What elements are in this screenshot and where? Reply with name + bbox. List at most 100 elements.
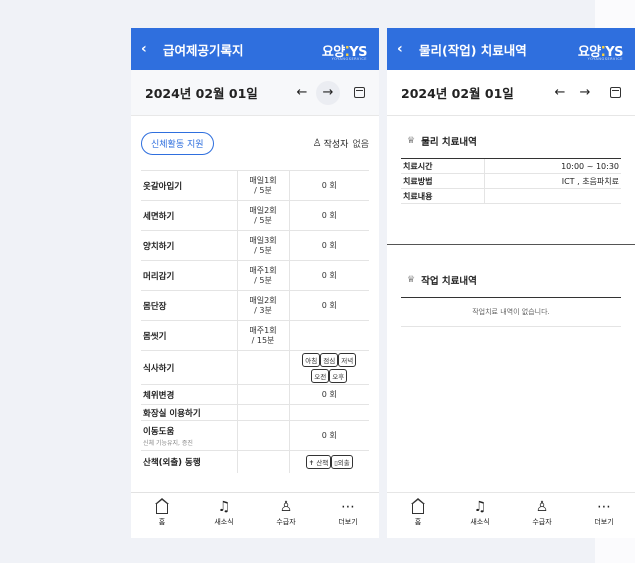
row-frequency: 매일2회/ 5분 (236, 200, 290, 231)
row-count[interactable]: 0 회 (289, 420, 369, 451)
row-count[interactable]: 0 회 (289, 290, 369, 321)
therapy-row: 치료내용 (401, 189, 621, 204)
row-frequency (236, 384, 290, 405)
freq-line1: 매주1회 (249, 325, 277, 335)
table-row: 머리감기 매주1회/ 5분 0 회 (141, 260, 369, 291)
category-pill[interactable]: 신체활동 지원 (141, 131, 214, 155)
back-icon[interactable]: ‹ (141, 41, 157, 57)
writer-label: 작성자 (323, 139, 349, 150)
row-name: 옷갈아입기 (141, 170, 237, 201)
section-toprow: 신체활동 지원 ♙ 작성자 없음 (141, 116, 369, 170)
outing-chip[interactable]: ▯외출 (331, 454, 353, 469)
row-frequency (236, 420, 290, 451)
logo-subtext: YOYANGSERVICE (587, 57, 623, 61)
meal-chip-am[interactable]: 오전 (311, 368, 330, 383)
row-frequency: 매주1회/ 15분 (236, 320, 290, 351)
freq-line2: / 15분 (251, 335, 275, 345)
logo-subtext: YOYANGSERVICE (331, 57, 367, 61)
table-row-meal: 식사하기 아침 점심 저녁 오전 오후 (141, 350, 369, 385)
row-count[interactable]: 0 회 (289, 200, 369, 231)
date-bar: 2024년 02월 01일 ← → (387, 70, 635, 116)
meal-chip-pm[interactable]: 오후 (329, 368, 348, 383)
back-icon[interactable]: ‹ (397, 41, 413, 57)
row-name: 산책(외출) 동행 (141, 450, 237, 473)
prev-date-button[interactable]: ← (549, 85, 571, 100)
prev-date-button[interactable]: ← (291, 85, 313, 100)
nav-label: 새소식 (214, 518, 234, 526)
therapy-value: 10:00 ~ 10:30 (561, 161, 619, 171)
date-bar: 2024년 02월 01일 ← → (131, 70, 379, 116)
meal-chip-lunch[interactable]: 점심 (320, 352, 339, 367)
bell-icon: ♫ (473, 499, 487, 515)
freq-line1: 매일1회 (249, 175, 277, 185)
empty-message: 작업치료 내역이 없습니다. (401, 298, 621, 327)
occupational-therapy-section: ♕ 작업 치료내역 작업치료 내역이 없습니다. (387, 255, 635, 327)
nav-more[interactable]: ⋯ 더보기 (573, 493, 635, 538)
therapy-key: 치료시간 (401, 159, 485, 173)
home-icon (387, 498, 449, 517)
date-label: 2024년 02월 01일 (401, 86, 514, 101)
nav-recipient[interactable]: ♙ 수급자 (255, 493, 317, 538)
freq-line2: / 3분 (254, 305, 272, 315)
row-count[interactable]: 0 회 (289, 170, 369, 201)
nav-home[interactable]: 홈 (131, 493, 193, 538)
row-count[interactable] (289, 404, 369, 421)
freq-line2: / 5분 (254, 215, 272, 225)
row-frequency: 매주1회/ 5분 (236, 260, 290, 291)
outing-chip-label: 외출 (337, 458, 350, 467)
nav-news[interactable]: ♫ 새소식 (449, 493, 511, 538)
nav-more[interactable]: ⋯ 더보기 (317, 493, 379, 538)
calendar-button[interactable] (343, 83, 365, 102)
therapy-row: 치료방법 ICT , 초음파치료 (401, 174, 621, 189)
row-count[interactable] (289, 320, 369, 351)
nav-home[interactable]: 홈 (387, 493, 449, 538)
row-count[interactable]: 0 회 (289, 384, 369, 405)
table-row: 몸씻기 매주1회/ 15분 (141, 320, 369, 351)
nav-news[interactable]: ♫ 새소식 (193, 493, 255, 538)
row-name: 몸씻기 (141, 320, 237, 351)
row-count[interactable]: 0 회 (289, 230, 369, 261)
section-title-text: 물리 치료내역 (421, 137, 477, 148)
meal-chip-breakfast[interactable]: 아침 (302, 352, 321, 367)
nav-recipient[interactable]: ♙ 수급자 (511, 493, 573, 538)
freq-line1: 매일2회 (249, 205, 277, 215)
calendar-button[interactable] (599, 83, 621, 102)
page-title: 급여제공기록지 (163, 42, 244, 58)
walk-chip-label: 산책 (316, 458, 329, 467)
freq-line1: 매일2회 (249, 295, 277, 305)
row-name: 머리감기 (141, 260, 237, 291)
calendar-icon (610, 87, 621, 98)
care-content: 신체활동 지원 ♙ 작성자 없음 옷갈아입기 매일1회/ 5분 0 회 세면하기… (131, 116, 379, 473)
freq-line1: 매일3회 (249, 235, 277, 245)
section-divider (387, 244, 635, 245)
page-title: 물리(작업) 치료내역 (419, 42, 527, 58)
therapy-row: 치료시간 10:00 ~ 10:30 (401, 159, 621, 174)
section-title-text: 작업 치료내역 (421, 276, 477, 287)
walk-chip[interactable]: ✝ 산책 (305, 454, 332, 469)
freq-line1: 매주1회 (249, 265, 277, 275)
more-icon: ⋯ (341, 499, 355, 515)
meal-chip-dinner[interactable]: 저녁 (338, 352, 357, 367)
table-row: 이동도움 신체 기능유지, 증진 0 회 (141, 420, 369, 451)
table-row: 산책(외출) 동행 ✝ 산책 ▯외출 (141, 450, 369, 473)
walk-chips: ✝ 산책 ▯외출 (289, 450, 369, 473)
nav-label: 새소식 (470, 518, 490, 526)
row-frequency: 매일1회/ 5분 (236, 170, 290, 201)
row-frequency: 매일2회/ 3분 (236, 290, 290, 321)
freq-line2: / 5분 (254, 245, 272, 255)
bell-icon: ♫ (217, 499, 231, 515)
next-date-button[interactable]: → (574, 85, 596, 100)
app-header: ‹ 물리(작업) 치료내역 요양⁚YS YOYANGSERVICE (387, 28, 635, 70)
row-count[interactable]: 0 회 (289, 260, 369, 291)
person-icon: ♙ (535, 499, 549, 515)
therapy-key: 치료방법 (401, 174, 485, 188)
person-icon: ♙ (312, 137, 322, 149)
next-date-button[interactable]: → (316, 80, 340, 105)
care-table: 옷갈아입기 매일1회/ 5분 0 회 세면하기 매일2회/ 5분 0 회 양치하… (141, 170, 369, 473)
row-name-text: 이동도움 (143, 426, 175, 437)
table-row: 몸단장 매일2회/ 3분 0 회 (141, 290, 369, 321)
calendar-icon (354, 87, 365, 98)
therapy-record-screen: ‹ 물리(작업) 치료내역 요양⁚YS YOYANGSERVICE 2024년 … (387, 28, 635, 538)
table-row: 옷갈아입기 매일1회/ 5분 0 회 (141, 170, 369, 201)
writer-value: 없음 (352, 139, 369, 150)
